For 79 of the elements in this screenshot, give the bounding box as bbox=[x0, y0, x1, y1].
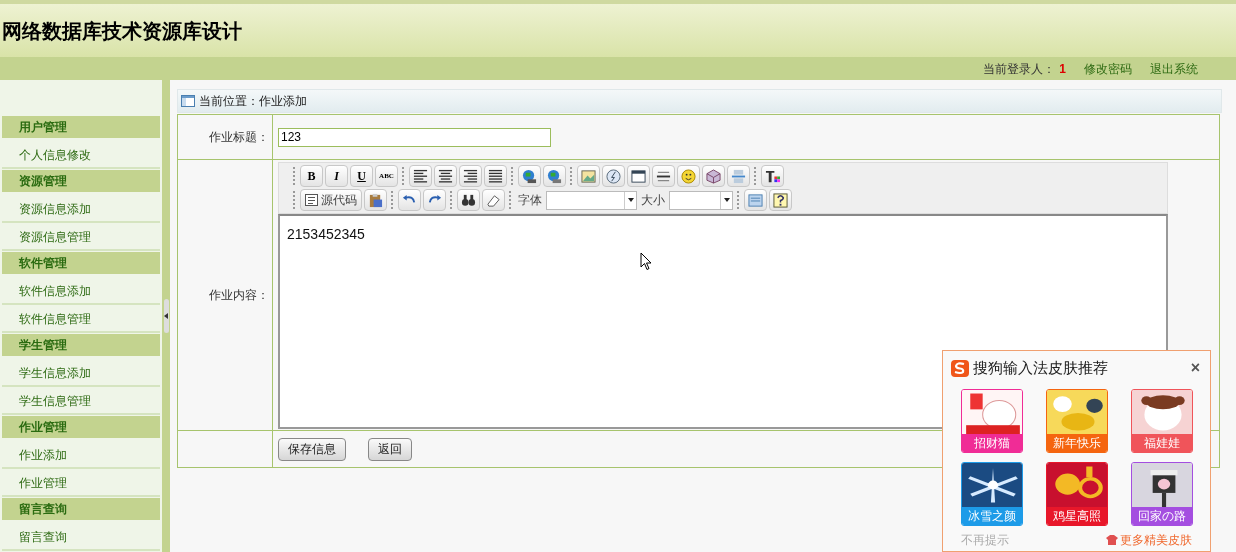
close-button[interactable]: × bbox=[1190, 360, 1202, 377]
globe-unlink-button[interactable] bbox=[543, 165, 566, 187]
align-justify-icon bbox=[488, 168, 503, 184]
sidebar-group-header: 软件管理 bbox=[2, 252, 160, 274]
cube-button[interactable] bbox=[702, 165, 725, 187]
shirt-icon bbox=[1106, 534, 1118, 545]
editor-text: 2153452345 bbox=[287, 226, 365, 242]
flash-button[interactable] bbox=[602, 165, 625, 187]
source-code-button[interactable]: 源代码 bbox=[300, 189, 362, 211]
binoculars-button[interactable] bbox=[457, 189, 480, 211]
align-justify-button[interactable] bbox=[484, 165, 507, 187]
skin-tile[interactable]: 回家の路 bbox=[1131, 461, 1193, 526]
title-input[interactable]: 123 bbox=[278, 127, 551, 147]
table-button[interactable] bbox=[627, 165, 650, 187]
align-right-button[interactable] bbox=[459, 165, 482, 187]
dropdown-arrow-icon bbox=[627, 198, 634, 202]
text-color-icon bbox=[765, 168, 780, 184]
skin-tile[interactable]: 招财猫 bbox=[961, 388, 1023, 453]
format-button[interactable]: U bbox=[350, 165, 373, 187]
align-center-button[interactable] bbox=[434, 165, 457, 187]
cube-icon bbox=[706, 168, 721, 184]
image-icon bbox=[581, 168, 596, 184]
binoculars-icon bbox=[461, 192, 476, 208]
align-right-icon bbox=[463, 168, 478, 184]
align-left-icon bbox=[413, 168, 428, 184]
smiley-icon bbox=[681, 168, 696, 184]
help-button[interactable] bbox=[769, 189, 792, 211]
font-label: 字体 bbox=[518, 192, 542, 209]
globe-link-icon bbox=[522, 168, 537, 184]
sidebar-item[interactable]: 资源信息添加 bbox=[2, 196, 160, 223]
align-center-icon bbox=[438, 168, 453, 184]
sidebar-item[interactable]: 学生信息添加 bbox=[2, 360, 160, 387]
preview-icon bbox=[748, 192, 763, 208]
sidebar-item[interactable]: 留言查询 bbox=[2, 524, 160, 551]
breadcrumb: 当前位置：作业添加 bbox=[199, 93, 307, 110]
format-button[interactable]: B bbox=[300, 165, 323, 187]
sidebar-item[interactable]: 作业添加 bbox=[2, 442, 160, 469]
page-break-icon bbox=[731, 168, 746, 184]
top-link[interactable]: 退出系统 bbox=[1150, 59, 1198, 78]
sidebar-group-header: 学生管理 bbox=[2, 334, 160, 356]
align-left-button[interactable] bbox=[409, 165, 432, 187]
flash-icon bbox=[606, 168, 621, 184]
eraser-icon bbox=[486, 192, 501, 208]
sidebar-item[interactable]: 软件信息添加 bbox=[2, 278, 160, 305]
undo-button[interactable] bbox=[398, 189, 421, 211]
site-title: 网络数据库技术资源库设计 bbox=[2, 18, 242, 44]
page-break-button[interactable] bbox=[727, 165, 750, 187]
sidebar-group-header: 留言查询 bbox=[2, 498, 160, 520]
skin-tile[interactable]: 福娃娃 bbox=[1131, 388, 1193, 453]
text-color-button[interactable] bbox=[761, 165, 784, 187]
size-label: 大小 bbox=[641, 192, 665, 209]
eraser-button[interactable] bbox=[482, 189, 505, 211]
table-icon bbox=[631, 168, 646, 184]
sidebar-group-header: 用户管理 bbox=[2, 116, 160, 138]
paste-word-button[interactable] bbox=[364, 189, 387, 211]
collapse-handle[interactable] bbox=[163, 299, 169, 333]
field-label: 作业内容： bbox=[178, 160, 273, 430]
login-label: 当前登录人： 1 bbox=[983, 60, 1066, 78]
logo-icon bbox=[951, 359, 969, 377]
sidebar-group-header: 资源管理 bbox=[2, 170, 160, 192]
horizontal-rule-button[interactable] bbox=[652, 165, 675, 187]
field-label: 作业标题： bbox=[178, 115, 273, 159]
dropdown-arrow-icon bbox=[723, 198, 730, 202]
globe-unlink-icon bbox=[547, 168, 562, 184]
document-icon bbox=[305, 194, 318, 206]
skin-tile[interactable]: 鸡星高照 bbox=[1046, 461, 1108, 526]
globe-link-button[interactable] bbox=[518, 165, 541, 187]
format-button[interactable]: I bbox=[325, 165, 348, 187]
form-button[interactable]: 返回 bbox=[368, 437, 412, 461]
sidebar-group-header: 作业管理 bbox=[2, 416, 160, 438]
redo-button[interactable] bbox=[423, 189, 446, 211]
image-button[interactable] bbox=[577, 165, 600, 187]
paste-word-icon bbox=[368, 192, 383, 208]
popup-title: 搜狗输入法皮肤推荐 bbox=[973, 358, 1109, 378]
window-icon bbox=[181, 95, 195, 107]
help-icon bbox=[773, 192, 788, 208]
mouse-cursor-icon bbox=[640, 252, 652, 271]
form-button[interactable]: 保存信息 bbox=[278, 437, 346, 461]
top-link[interactable]: 修改密码 bbox=[1084, 59, 1132, 78]
